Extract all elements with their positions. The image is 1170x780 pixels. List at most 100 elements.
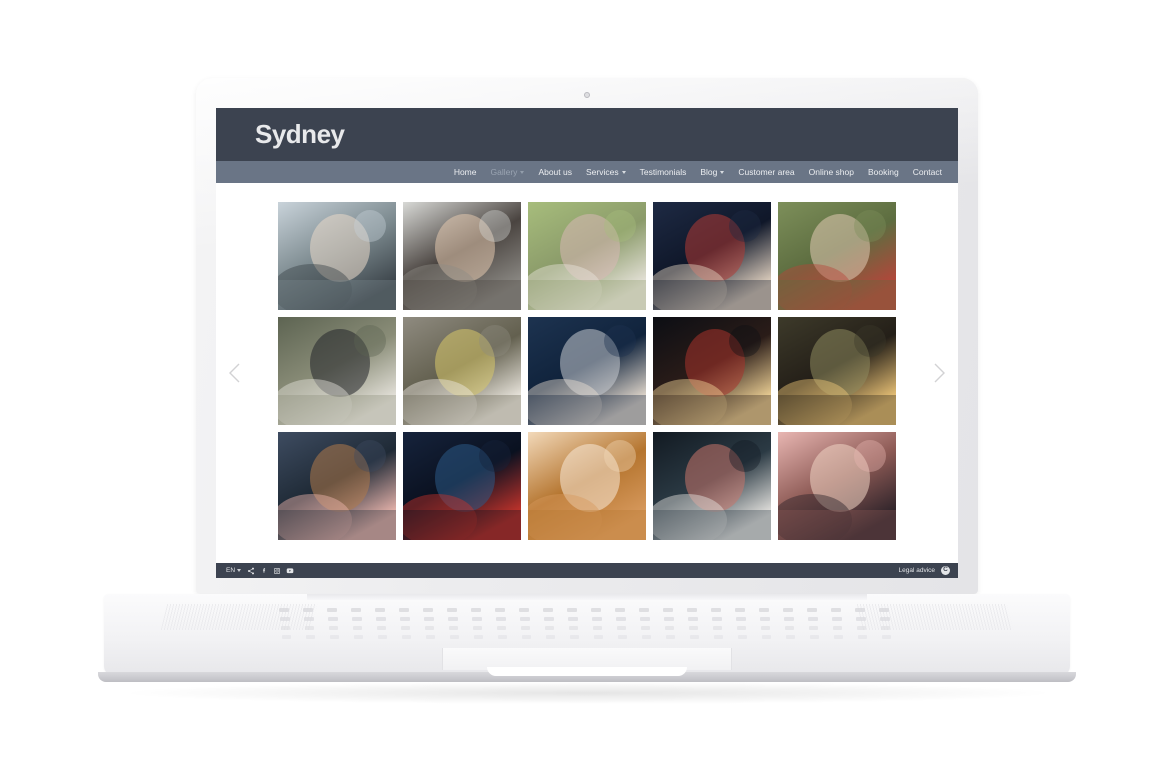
keyboard-key [594, 635, 604, 639]
keyboard-key [759, 608, 769, 612]
keyboard-key [305, 626, 315, 630]
gallery-tile[interactable] [778, 317, 896, 425]
keyboard-key [615, 608, 625, 612]
keyboard-key [402, 635, 412, 639]
gallery-photo [528, 202, 646, 310]
keyboard-key [785, 626, 795, 630]
gallery-photo [278, 432, 396, 540]
gallery-tile[interactable] [778, 432, 896, 540]
keyboard-key [642, 635, 652, 639]
keyboard-key [496, 617, 506, 621]
keyboard-key [856, 617, 866, 621]
keyboard-key [786, 635, 796, 639]
gallery-grid [278, 202, 896, 540]
gallery-photo [403, 202, 521, 310]
keyboard-key [280, 617, 290, 621]
gallery-prev-button[interactable] [222, 360, 248, 386]
legal-advice-link[interactable]: Legal advice [899, 567, 936, 574]
gallery-tile[interactable] [278, 432, 396, 540]
keyboard-key [424, 617, 434, 621]
cookie-settings-icon[interactable]: C [941, 566, 950, 575]
keyboard-key [473, 626, 483, 630]
nav-item-label: Home [453, 167, 477, 177]
keyboard-key [281, 626, 291, 630]
facebook-icon[interactable] [260, 567, 268, 575]
keyboard-key [378, 635, 388, 639]
keyboard-key [376, 617, 386, 621]
keyboard-key [546, 635, 556, 639]
chevron-down-icon [520, 170, 525, 174]
gallery-tile[interactable] [653, 317, 771, 425]
laptop-shadow [130, 682, 1046, 704]
browser-screen: Sydney Home Gallery About us Services Testim… [216, 108, 958, 578]
keyboard-key [519, 608, 529, 612]
keyboard-key [471, 608, 481, 612]
keyboard-key [760, 617, 770, 621]
nav-item-customer-area[interactable]: Customer area [738, 167, 794, 177]
keyboard-key [568, 617, 578, 621]
keyboard-key [423, 608, 433, 612]
laptop-base [104, 594, 1070, 676]
nav-item-label: Services [586, 167, 619, 177]
keyboard-key [690, 635, 700, 639]
keyboard-key [545, 626, 555, 630]
keyboard-key [495, 608, 505, 612]
footer-right-group: Legal advice C [899, 566, 950, 575]
gallery-tile[interactable] [278, 317, 396, 425]
gallery-tile[interactable] [778, 202, 896, 310]
nav-item-label: Testimonials [639, 167, 687, 177]
nav-item-about-us[interactable]: About us [538, 167, 572, 177]
nav-item-booking[interactable]: Booking [868, 167, 899, 177]
nav-item-services[interactable]: Services [586, 167, 626, 177]
gallery-tile[interactable] [653, 202, 771, 310]
gallery-tile[interactable] [528, 202, 646, 310]
gallery-tile[interactable] [403, 432, 521, 540]
nav-item-blog[interactable]: Blog [700, 167, 725, 177]
nav-item-home[interactable]: Home [454, 167, 477, 177]
site-logo[interactable]: Sydney [255, 119, 345, 150]
instagram-icon[interactable] [273, 567, 281, 575]
laptop-mockup: Sydney Home Gallery About us Services Testim… [0, 0, 1170, 780]
chevron-left-icon [229, 363, 240, 383]
keyboard-key [426, 635, 436, 639]
keyboard-key [330, 635, 340, 639]
keyboard-key [616, 617, 626, 621]
keyboard-key [738, 635, 748, 639]
gallery-next-button[interactable] [926, 360, 952, 386]
keyboard-key [304, 617, 314, 621]
nav-item-contact[interactable]: Contact [913, 167, 942, 177]
keyboard-key [880, 617, 890, 621]
keyboard-key [567, 608, 577, 612]
gallery-tile[interactable] [528, 317, 646, 425]
share-icon[interactable] [247, 567, 255, 575]
keyboard-key [618, 635, 628, 639]
nav-item-testimonials[interactable]: Testimonials [640, 167, 687, 177]
keyboard-key [520, 617, 530, 621]
gallery-stage [216, 183, 958, 563]
keyboard-key [543, 608, 553, 612]
keyboard-key [762, 635, 772, 639]
keyboard-key [569, 626, 579, 630]
gallery-photo [778, 317, 896, 425]
nav-item-label: Blog [700, 167, 718, 177]
keyboard-key [712, 617, 722, 621]
keyboard-key [306, 635, 316, 639]
webcam-icon [584, 92, 590, 98]
gallery-tile[interactable] [528, 432, 646, 540]
keyboard-key [834, 635, 844, 639]
nav-item-online-shop[interactable]: Online shop [809, 167, 854, 177]
keyboard-key [736, 617, 746, 621]
gallery-tile[interactable] [403, 202, 521, 310]
keyboard-key [425, 626, 435, 630]
keyboard-key [327, 608, 337, 612]
gallery-tile[interactable] [653, 432, 771, 540]
keyboard-key [353, 626, 363, 630]
language-selector[interactable]: EN [226, 567, 242, 574]
gallery-tile[interactable] [403, 317, 521, 425]
nav-item-gallery[interactable]: Gallery [491, 167, 525, 177]
gallery-tile[interactable] [278, 202, 396, 310]
keyboard-key [858, 635, 868, 639]
gallery-photo [403, 432, 521, 540]
keyboard-key [664, 617, 674, 621]
youtube-icon[interactable] [286, 567, 294, 575]
